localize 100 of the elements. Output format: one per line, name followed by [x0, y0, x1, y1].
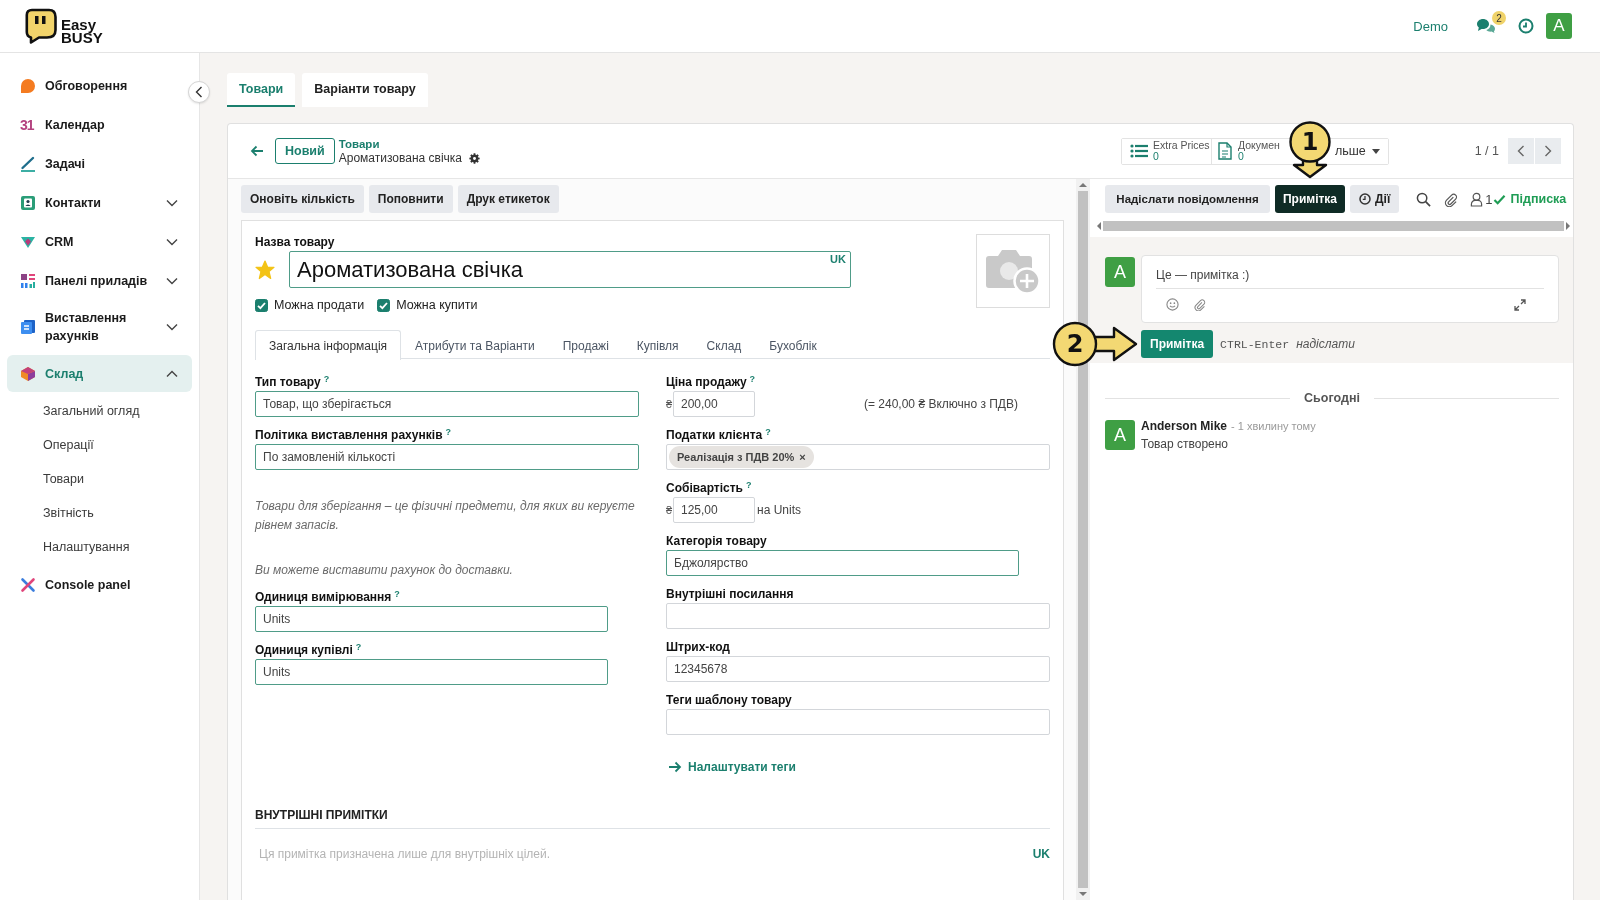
help-mark[interactable]: ?	[355, 642, 362, 652]
chatter-tab[interactable]: Примітка	[1275, 185, 1345, 213]
chevron-up-icon[interactable]	[166, 369, 178, 378]
star-icon[interactable]	[255, 259, 275, 280]
action-button[interactable]: Оновіть кількість	[241, 185, 364, 213]
input-field[interactable]: Units	[255, 606, 609, 632]
company-name[interactable]: Demo	[1413, 18, 1448, 34]
expand-icon[interactable]	[1514, 298, 1526, 311]
sidebar-item[interactable]: Задачі	[7, 145, 192, 182]
chevron-down-icon[interactable]	[166, 276, 178, 285]
help-mark[interactable]: ?	[749, 374, 756, 384]
log-note-button[interactable]: Примітка	[1141, 330, 1214, 358]
help-text: Ви можете виставити рахунок до доставки.	[255, 562, 514, 579]
gear-icon[interactable]	[469, 152, 480, 164]
field-label: Теги шаблону товару	[666, 692, 792, 708]
action-button[interactable]: Поповнити	[368, 185, 453, 213]
dropdown-field[interactable]: Товар, що зберігається	[255, 391, 639, 417]
sidebar-subitem[interactable]: Звітність	[7, 496, 192, 530]
collapse-button[interactable]	[188, 81, 210, 103]
sidebar-item[interactable]: CRM	[7, 223, 192, 260]
message-author: Anderson Mike	[1141, 418, 1227, 435]
breadcrumb-link[interactable]: Товари	[338, 137, 480, 151]
message-field[interactable]: Це — примітка :)	[1156, 263, 1544, 289]
sidebar-item[interactable]: Контакти	[7, 184, 192, 221]
form-tab[interactable]: Продажі	[548, 330, 623, 360]
paperclip-icon[interactable]	[1193, 298, 1206, 311]
chevron-down-icon[interactable]	[166, 323, 178, 331]
sidebar-subitem[interactable]: Налаштування	[7, 530, 192, 564]
followers-button[interactable]: 1	[1470, 191, 1493, 207]
checkbox[interactable]	[377, 298, 391, 312]
camera-plus-icon	[984, 247, 1042, 295]
help-mark[interactable]: ?	[445, 427, 451, 437]
help-text: Товари для зберігання – це фізичні предмети, для яких ви керуєте рівнем запасів.	[255, 498, 635, 534]
sidebar-item[interactable]: 31 Календар	[7, 106, 192, 143]
previous-button[interactable]	[1508, 138, 1534, 164]
back-button[interactable]	[250, 145, 264, 157]
input-field[interactable]: 125,00	[673, 497, 755, 523]
form-tab[interactable]: Купівля	[622, 330, 693, 360]
sidebar-item[interactable]: Console panel	[7, 566, 192, 603]
form-tab[interactable]: Склад	[692, 330, 756, 360]
help-mark[interactable]: ?	[323, 374, 330, 384]
tag-label: Реалізація з ПДВ 20%	[677, 451, 795, 463]
pager-text: 1 / 1	[1474, 144, 1499, 158]
shortcut-hint: надіслати	[1296, 337, 1355, 351]
view-tab[interactable]: Варіанти товару	[302, 73, 428, 107]
attachment-button[interactable]	[1443, 191, 1459, 207]
remove-tag-button[interactable]: ×	[799, 451, 806, 463]
form-tab[interactable]: Бухоблік	[755, 330, 831, 360]
chatter-tab[interactable]: Надіслати повідомлення	[1105, 185, 1270, 213]
sidebar-item[interactable]: Панелі приладів	[7, 262, 192, 299]
form-tab[interactable]: Атрибути та Варіанти	[401, 330, 549, 360]
action-button[interactable]: Друк етикеток	[457, 185, 559, 213]
field-label: Назва товару	[255, 234, 336, 250]
caret-icon	[1371, 148, 1380, 154]
clock-icon[interactable]	[1518, 18, 1534, 34]
chevron-left-icon	[1517, 145, 1525, 157]
smart-button[interactable]: Extra Prices 0	[1122, 138, 1212, 164]
horizontal-scrollbar[interactable]	[1097, 220, 1570, 232]
cube-icon	[20, 365, 36, 382]
input-field[interactable]: Units	[255, 659, 609, 685]
chevron-down-icon[interactable]	[166, 237, 178, 246]
message-composer[interactable]: Це — примітка :)	[1141, 255, 1559, 323]
field-label: Одиниця купівлі	[255, 642, 353, 658]
form-tab[interactable]: Загальна інформація	[255, 330, 402, 360]
field-label: Собівартість	[666, 480, 743, 496]
notes-field[interactable]: Ця примітка призначена лише для внутрішніх цілей.	[255, 844, 1033, 864]
chat-icon[interactable]	[1476, 18, 1496, 34]
sidebar-subitem[interactable]: Загальний огляд	[7, 394, 192, 428]
next-button[interactable]	[1535, 138, 1561, 164]
checkbox[interactable]	[255, 298, 268, 312]
configure-tags-link[interactable]: Налаштувати теги	[666, 760, 796, 774]
sidebar-item[interactable]: Виставлення рахунків	[7, 301, 192, 353]
field-label: Штрих-код	[666, 639, 730, 655]
sidebar-item[interactable]: Обговорення	[7, 67, 192, 104]
new-button[interactable]: Новий	[275, 138, 335, 164]
help-mark[interactable]: ?	[765, 427, 771, 437]
sidebar-subitem[interactable]: Операції	[7, 428, 192, 462]
input-field[interactable]: Бджолярство	[666, 550, 1020, 576]
input-field[interactable]: 12345678	[666, 656, 1050, 682]
sidebar-item[interactable]: Склад	[7, 355, 192, 392]
more-dropdown[interactable]: льше	[1335, 138, 1388, 164]
tags-field[interactable]: Реалізація з ПДВ 20% ×	[666, 444, 1050, 470]
help-mark[interactable]: ?	[745, 480, 752, 490]
field-label: Внутрішні посилання	[666, 586, 794, 602]
sidebar-subitem[interactable]: Товари	[7, 462, 192, 496]
input-field[interactable]: 200,00	[673, 391, 755, 417]
language-button[interactable]: UK	[1032, 847, 1050, 861]
emoji-icon[interactable]	[1166, 298, 1179, 311]
input-field[interactable]	[666, 709, 1050, 735]
message-text: Товар створено	[1141, 436, 1230, 453]
field-label: Ціна продажу	[666, 374, 747, 390]
language-button[interactable]: UK	[830, 253, 846, 265]
chatter-tab[interactable]: Дії	[1350, 185, 1400, 213]
search-button[interactable]	[1416, 191, 1432, 207]
help-mark[interactable]: ?	[394, 589, 400, 599]
dropdown-field[interactable]: По замовленій кількості	[255, 444, 639, 470]
step-callout: 1	[1288, 121, 1332, 179]
input-field[interactable]	[666, 603, 1050, 629]
view-tab[interactable]: Товари	[227, 73, 296, 107]
chevron-down-icon[interactable]	[166, 198, 178, 207]
